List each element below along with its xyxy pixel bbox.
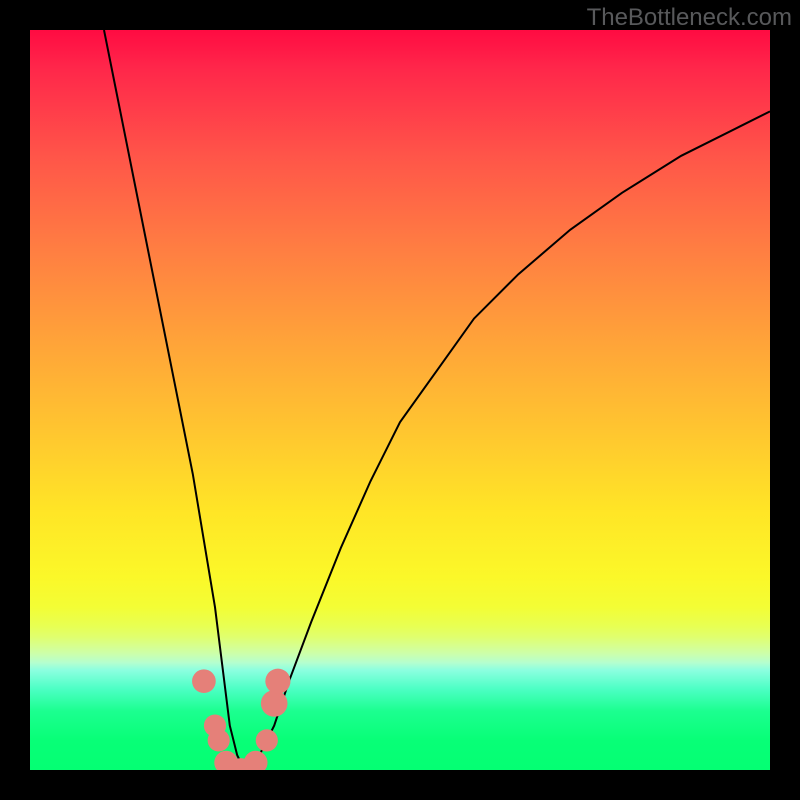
curve-layer [30, 30, 770, 770]
watermark-text: TheBottleneck.com [587, 4, 792, 32]
chart-outer-frame: TheBottleneck.com [0, 0, 800, 800]
plot-area [30, 30, 770, 770]
data-marker [192, 669, 216, 693]
data-marker [244, 751, 268, 770]
bottleneck-curve-path [104, 30, 770, 770]
data-marker [256, 729, 278, 751]
bottleneck-curve [104, 30, 770, 770]
data-marker [265, 669, 290, 694]
data-marker [208, 729, 230, 751]
data-marker [261, 690, 288, 717]
